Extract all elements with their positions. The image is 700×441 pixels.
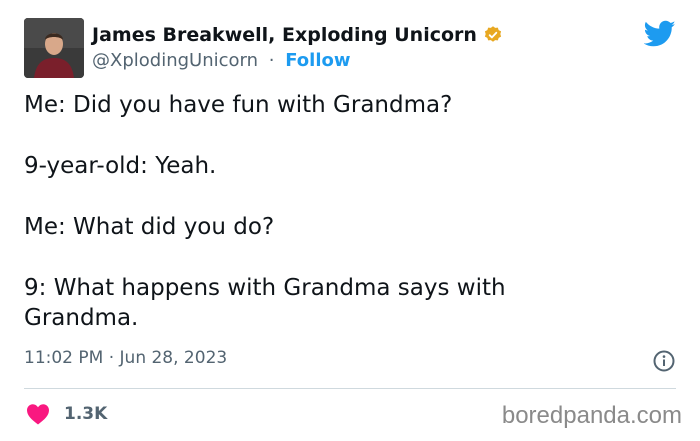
heart-icon: [27, 404, 49, 425]
tweet-line: Me: Did you have fun with Grandma?: [24, 92, 453, 118]
divider: [24, 388, 676, 389]
like-count: 1.3K: [64, 404, 108, 424]
tweet-timestamp[interactable]: 11:02 PM · Jun 28, 2023: [24, 348, 227, 368]
author-handle-row: @XplodingUnicorn · Follow: [92, 50, 351, 71]
info-icon[interactable]: [652, 349, 676, 373]
tweet-line: 9: What happens with Grandma says with G…: [24, 275, 506, 331]
author-name-row: James Breakwell, Exploding Unicorn: [92, 22, 503, 48]
follow-link[interactable]: Follow: [285, 50, 350, 71]
tweet-card: James Breakwell, Exploding Unicorn @Xplo…: [0, 0, 700, 441]
author-handle[interactable]: @XplodingUnicorn: [92, 50, 258, 71]
handle-separator: ·: [268, 50, 275, 71]
avatar[interactable]: [24, 18, 84, 78]
author-display-name[interactable]: James Breakwell, Exploding Unicorn: [92, 24, 477, 46]
watermark: boredpanda.com: [501, 402, 682, 429]
tweet-line: 9-year-old: Yeah.: [24, 153, 217, 179]
tweet-text: Me: Did you have fun with Grandma? 9-yea…: [24, 90, 584, 364]
verified-badge-icon: [484, 26, 502, 42]
tweet-line: Me: What did you do?: [24, 214, 275, 240]
like-button[interactable]: 1.3K: [26, 402, 107, 426]
twitter-bird-icon[interactable]: [644, 20, 676, 48]
